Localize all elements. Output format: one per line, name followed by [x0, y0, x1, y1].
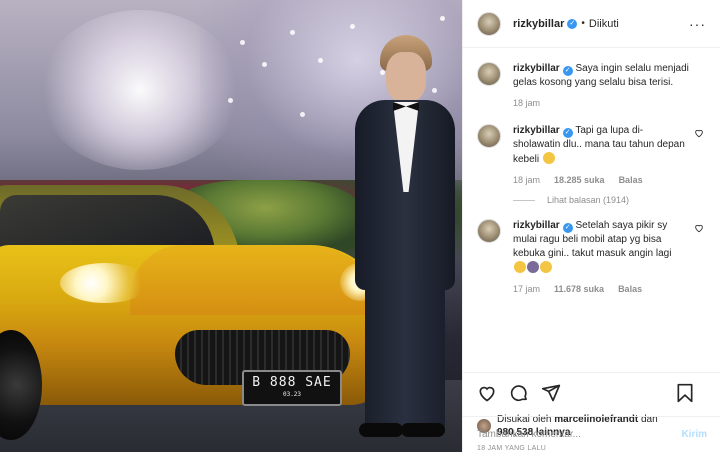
add-comment-bar: Tambahkan komentar... Kirim	[463, 416, 720, 452]
post-side-panel: rizkybillar ✓ • Diikuti ··· rizkybillar ✓…	[462, 0, 720, 452]
shoe	[401, 423, 445, 437]
verified-badge-icon: ✓	[562, 66, 573, 76]
person-bowing-emoji-icon	[527, 261, 539, 273]
plate-number: B 888 SAE	[252, 375, 332, 390]
comment-likes[interactable]: 11.678 suka	[554, 284, 604, 294]
caption: rizkybillar ✓ Saya ingin selalu menjadi g…	[477, 62, 706, 108]
heart-icon	[695, 224, 703, 233]
comment-item: rizkybillar ✓ Setelah saya pikir sy mulai…	[477, 219, 706, 294]
paper-plane-icon	[541, 384, 561, 401]
post-header: rizkybillar ✓ • Diikuti ···	[463, 0, 720, 48]
comment-time[interactable]: 18 jam	[513, 175, 540, 185]
share-button[interactable]	[541, 383, 561, 406]
view-replies-label: Lihat balasan (1914)	[547, 195, 630, 205]
comment-item: rizkybillar ✓ Tapi ga lupa di-sholawatin …	[477, 124, 706, 185]
verified-badge-icon: ✓	[567, 18, 578, 29]
comment-input[interactable]: Tambahkan komentar...	[477, 429, 581, 440]
replies-line	[513, 199, 535, 201]
separator-dot: •	[581, 18, 585, 29]
comment-button[interactable]	[509, 383, 529, 406]
reply-button[interactable]: Balas	[619, 175, 643, 185]
comments-list[interactable]: rizkybillar ✓ Saya ingin selalu menjadi g…	[463, 48, 720, 372]
comment-likes[interactable]: 18.285 suka	[554, 175, 605, 185]
comment-icon	[510, 384, 527, 401]
man-in-tuxedo	[345, 30, 462, 450]
save-button[interactable]	[676, 383, 694, 406]
comment-time[interactable]: 17 jam	[513, 284, 540, 294]
shoe	[359, 423, 403, 437]
license-plate: B 888 SAE 03.23	[242, 370, 342, 406]
like-button[interactable]	[477, 383, 497, 406]
instagram-post: B 888 SAE 03.23 rizkybillar ✓ • Diikuti …	[0, 0, 720, 452]
caption-time[interactable]: 18 jam	[513, 98, 540, 108]
verified-badge-icon: ✓	[562, 128, 573, 138]
more-options-icon[interactable]: ···	[689, 16, 706, 32]
grinning-emoji-icon	[542, 152, 555, 164]
yellow-sports-car: B 888 SAE 03.23	[0, 185, 400, 440]
like-comment-button[interactable]	[692, 219, 706, 294]
action-icons	[477, 381, 706, 407]
verified-badge-icon: ✓	[562, 223, 573, 233]
like-comment-button[interactable]	[692, 124, 706, 185]
reply-button[interactable]: Balas	[618, 284, 642, 294]
follow-status-button[interactable]: Diikuti	[589, 18, 619, 30]
trousers	[365, 280, 445, 430]
heart-icon	[695, 129, 703, 138]
grinning-sweat-emoji-icon	[514, 261, 526, 273]
car-headlight	[60, 263, 150, 303]
comment-username[interactable]: rizkybillar	[513, 220, 560, 231]
plate-date: 03.23	[282, 391, 302, 398]
face	[386, 52, 426, 102]
view-replies-button[interactable]: Lihat balasan (1914)	[513, 195, 706, 205]
avatar[interactable]	[477, 124, 501, 148]
avatar[interactable]	[477, 62, 501, 86]
avatar[interactable]	[477, 11, 501, 36]
bookmark-icon	[677, 383, 693, 402]
comment-username[interactable]: rizkybillar	[513, 125, 560, 136]
grinning-emoji-icon	[540, 261, 552, 273]
header-username[interactable]: rizkybillar	[513, 18, 564, 30]
heart-icon	[479, 386, 495, 401]
caption-username[interactable]: rizkybillar	[513, 63, 560, 74]
post-photo[interactable]: B 888 SAE 03.23	[0, 0, 462, 452]
avatar[interactable]	[477, 219, 501, 243]
send-comment-button[interactable]: Kirim	[681, 429, 707, 440]
